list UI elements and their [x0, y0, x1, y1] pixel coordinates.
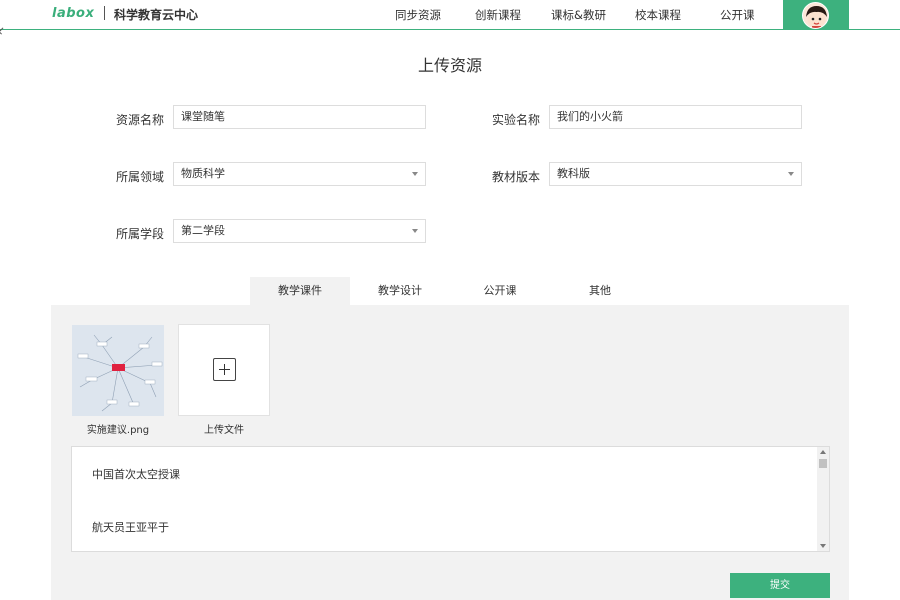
scroll-down-arrow-icon[interactable] — [820, 544, 826, 548]
stage-select-value: 第二学段 — [181, 224, 225, 237]
nav-sync-resources[interactable]: 同步资源 — [395, 7, 441, 23]
tab-open-class[interactable]: 公开课 — [450, 277, 550, 305]
description-line: 中国首次太空授课 — [92, 468, 180, 481]
upload-panel: 实施建议.png 上传文件 中国首次太空授课 航天员王亚平于 提交 — [51, 305, 849, 600]
tab-other[interactable]: 其他 — [550, 277, 650, 305]
nav-open-class[interactable]: 公开课 — [720, 7, 755, 23]
file-name: 实施建议.png — [86, 425, 150, 436]
domain-select[interactable]: 物质科学 — [173, 162, 426, 186]
stage-label: 所属学段 — [115, 227, 164, 241]
logo-divider — [104, 6, 105, 20]
chevron-down-icon — [788, 172, 794, 176]
user-avatar-button[interactable] — [783, 0, 849, 30]
site-title[interactable]: 科学教育云中心 — [114, 6, 198, 23]
cartoon-girl-avatar-icon — [802, 2, 829, 29]
description-textarea[interactable]: 中国首次太空授课 航天员王亚平于 — [71, 446, 830, 552]
domain-label: 所属领域 — [115, 170, 164, 184]
textbook-version-label: 教材版本 — [491, 170, 540, 184]
mindmap-image — [72, 325, 164, 416]
scroll-up-arrow-icon[interactable] — [820, 450, 826, 454]
chevron-down-icon — [412, 229, 418, 233]
labox-logo[interactable]: labox — [52, 6, 94, 21]
top-header: labox 科学教育云中心 同步资源 创新课程 课标&教研 校本课程 公开课 — [0, 0, 900, 30]
tab-teaching-design[interactable]: 教学设计 — [350, 277, 450, 305]
resource-name-label: 资源名称 — [115, 113, 164, 127]
resource-name-input[interactable]: 课堂随笔 — [173, 105, 426, 129]
textbook-version-select[interactable]: 教科版 — [549, 162, 802, 186]
experiment-name-input[interactable]: 我们的小火箭 — [549, 105, 802, 129]
experiment-name-label: 实验名称 — [491, 113, 540, 127]
domain-select-value: 物质科学 — [181, 167, 225, 180]
tab-courseware[interactable]: 教学课件 — [250, 277, 350, 305]
scroll-thumb[interactable] — [819, 459, 827, 468]
textarea-scrollbar[interactable] — [817, 447, 829, 551]
upload-file-button[interactable] — [178, 324, 270, 416]
stage-select[interactable]: 第二学段 — [173, 219, 426, 243]
nav-innovation-courses[interactable]: 创新课程 — [475, 7, 521, 23]
chevron-down-icon — [412, 172, 418, 176]
description-line: 航天员王亚平于 — [92, 521, 169, 534]
page-title: 上传资源 — [417, 56, 482, 75]
file-thumbnail[interactable] — [72, 325, 164, 416]
upload-file-label: 上传文件 — [204, 425, 244, 436]
submit-button[interactable]: 提交 — [730, 573, 830, 598]
back-chevron-icon[interactable] — [0, 27, 6, 35]
plus-icon — [213, 358, 236, 381]
textbook-version-value: 教科版 — [557, 167, 590, 180]
nav-school-courses[interactable]: 校本课程 — [635, 7, 681, 23]
nav-curriculum-research[interactable]: 课标&教研 — [551, 7, 606, 23]
